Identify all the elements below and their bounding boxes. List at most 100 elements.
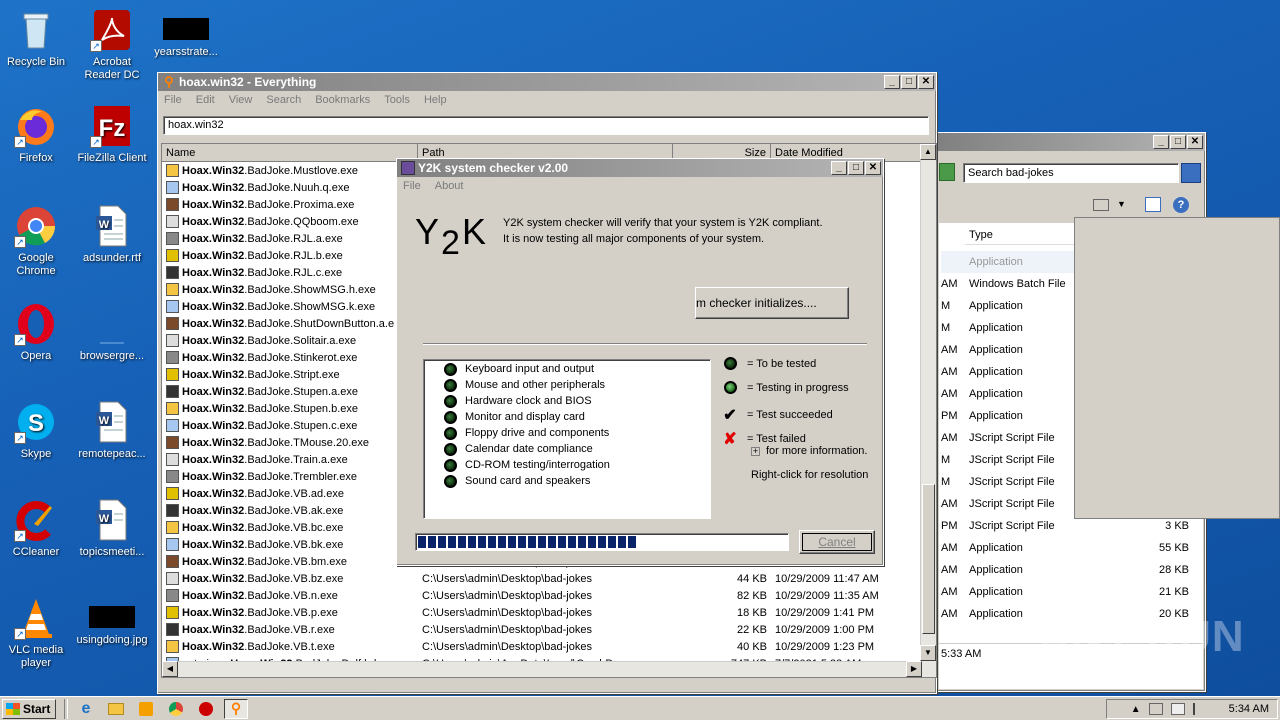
result-row[interactable]: Hoax.Win32 .BadJoke.VB.n.exe C:\Users\admi…	[162, 587, 936, 604]
windows-logo-icon	[6, 702, 20, 715]
flag-icon[interactable]	[1192, 703, 1207, 715]
test-item[interactable]: Mouse and other peripherals	[444, 377, 710, 393]
everything-search-input[interactable]: hoax.win32	[163, 116, 929, 135]
close-button[interactable]: ✕	[1187, 135, 1203, 149]
shortcut-arrow-icon: ↗	[14, 334, 26, 346]
file-icon	[166, 606, 179, 619]
media-player-icon[interactable]	[134, 699, 158, 719]
desktop-icon-firefox[interactable]: ↗ Firefox	[0, 104, 72, 165]
skype-icon: S ↗	[14, 400, 58, 444]
scroll-left-icon[interactable]: ◀	[162, 661, 178, 677]
status-button[interactable]: m checker initializes....	[695, 287, 849, 319]
result-row[interactable]: Hoax.Win32 .BadJoke.VB.t.exe C:\Users\admi…	[162, 638, 936, 655]
menu-help[interactable]: Help	[424, 94, 447, 106]
cancel-button[interactable]: Cancel	[799, 530, 875, 554]
desktop-icon-topicsmeeti[interactable]: W topicsmeeti...	[76, 498, 148, 559]
result-row[interactable]: Hoax.Win32 .BadJoke.VB.r.exe C:\Users\admi…	[162, 621, 936, 638]
result-size-cell: 82 KB	[737, 589, 767, 602]
test-item[interactable]: Hardware clock and BIOS	[444, 393, 710, 409]
progress-dot-icon	[723, 381, 737, 394]
minimize-button[interactable]: _	[884, 75, 900, 89]
recycle-bin-icon	[14, 8, 58, 52]
close-button[interactable]: ✕	[918, 75, 934, 89]
explorer-row[interactable]: AM Application 21 KB	[941, 581, 1201, 603]
progress-block	[618, 536, 626, 548]
system-tray: ▲ 5:34 AM	[1106, 699, 1278, 719]
clock[interactable]: 5:34 AM	[1229, 703, 1269, 715]
acrobat-icon: ↗	[90, 8, 134, 52]
explorer-search-input[interactable]: Search bad-jokes	[963, 163, 1179, 183]
desktop-icon-label: Acrobat Reader DC	[84, 56, 140, 81]
show-hidden-icons-chevron-icon[interactable]: ▲	[1131, 704, 1141, 715]
explorer-row[interactable]: AM Application 28 KB	[941, 559, 1201, 581]
chevron-down-icon[interactable]: ▼	[1117, 199, 1126, 209]
test-item[interactable]: Calendar date compliance	[444, 441, 710, 457]
help-icon[interactable]: ?	[1173, 197, 1189, 213]
scroll-down-icon[interactable]: ▼	[920, 645, 936, 661]
desktop-icon-chrome[interactable]: ↗ Google Chrome	[0, 204, 72, 278]
menu-file[interactable]: File	[164, 94, 182, 106]
result-row[interactable]: Hoax.Win32 .BadJoke.VB.bz.exe C:\Users\adm…	[162, 570, 936, 587]
desktop-icon-filezilla[interactable]: Fz ↗ FileZilla Client	[76, 104, 148, 165]
maximize-button[interactable]: □	[848, 161, 864, 175]
maximize-button[interactable]: □	[901, 75, 917, 89]
menu-tools[interactable]: Tools	[384, 94, 410, 106]
close-button[interactable]: ✕	[865, 161, 881, 175]
start-button[interactable]: Start	[2, 698, 56, 719]
maximize-button[interactable]: □	[1170, 135, 1186, 149]
menu-file[interactable]: File	[403, 180, 421, 192]
menu-view[interactable]: View	[229, 94, 253, 106]
desktop-icon-label: VLC media player	[8, 644, 64, 669]
shortcut-arrow-icon: ↗	[14, 136, 26, 148]
progress-block	[608, 536, 616, 548]
menu-search[interactable]: Search	[266, 94, 301, 106]
network-icon[interactable]	[1148, 703, 1163, 715]
desktop-icon-skype[interactable]: S ↗ Skype	[0, 400, 72, 461]
menu-about[interactable]: About	[435, 180, 464, 192]
desktop-icon-yearsstrate[interactable]: yearsstrate...	[150, 8, 222, 59]
refresh-icon[interactable]	[939, 163, 955, 181]
legend-to-be-tested: = To be tested	[717, 357, 816, 370]
scroll-up-icon[interactable]: ▲	[920, 144, 936, 160]
result-name-cell: Hoax.Win32 .BadJoke.ShowMSG.h.exe	[162, 283, 418, 296]
minimize-button[interactable]: _	[831, 161, 847, 175]
internet-explorer-icon[interactable]: e	[74, 699, 98, 719]
minimize-button[interactable]: _	[1153, 135, 1169, 149]
progress-block	[538, 536, 546, 548]
everything-taskbar-icon[interactable]: ⚲	[224, 698, 248, 719]
desktop-icon-adsunder[interactable]: W adsunder.rtf	[76, 204, 148, 265]
desktop-icon-ccleaner[interactable]: ↗ CCleaner	[0, 498, 72, 559]
test-item[interactable]: Floppy drive and components	[444, 425, 710, 441]
scroll-thumb[interactable]	[922, 484, 935, 634]
vertical-scrollbar[interactable]: ▲ ▼	[920, 144, 936, 677]
desktop-icon-label: CCleaner	[12, 546, 60, 558]
desktop-icon-usingdoing[interactable]: usingdoing.jpg	[76, 596, 148, 647]
desktop-icon-vlc[interactable]: ↗ VLC media player	[0, 596, 72, 670]
search-icon[interactable]	[1181, 163, 1201, 183]
column-name[interactable]: Name	[162, 144, 418, 162]
file-explorer-icon[interactable]	[104, 699, 128, 719]
test-item[interactable]: Monitor and display card	[444, 409, 710, 425]
scroll-right-icon[interactable]: ▶	[906, 661, 922, 677]
chrome-taskbar-icon[interactable]	[164, 699, 188, 719]
view-options-icon[interactable]	[1093, 199, 1109, 211]
result-row[interactable]: Hoax.Win32 .BadJoke.VB.p.exe C:\Users\admi…	[162, 604, 936, 621]
test-item[interactable]: CD-ROM testing/interrogation	[444, 457, 710, 473]
preview-pane-icon[interactable]	[1145, 197, 1161, 212]
test-item[interactable]: Sound card and speakers	[444, 473, 710, 489]
desktop-icon-opera[interactable]: ↗ Opera	[0, 302, 72, 363]
desktop-icon-remotepeac[interactable]: W remotepeac...	[76, 400, 148, 461]
volume-icon[interactable]	[1170, 703, 1185, 715]
row-time-cell: AM	[941, 564, 958, 576]
menu-bookmarks[interactable]: Bookmarks	[315, 94, 370, 106]
y2k-window: Y2K system checker v2.00 _ □ ✕ File Abou…	[396, 158, 884, 566]
desktop-icon-recycle-bin[interactable]: Recycle Bin	[0, 8, 72, 69]
stop-icon[interactable]	[194, 699, 218, 719]
menu-edit[interactable]: Edit	[196, 94, 215, 106]
y2k-titlebar: Y2K system checker v2.00 _ □ ✕	[397, 159, 883, 177]
test-item[interactable]: Keyboard input and output	[444, 361, 710, 377]
desktop-icon-acrobat[interactable]: ↗ Acrobat Reader DC	[76, 8, 148, 82]
desktop-icon-browsergre[interactable]: browsergre...	[76, 302, 148, 363]
explorer-row[interactable]: AM Application 55 KB	[941, 537, 1201, 559]
horizontal-scrollbar[interactable]: ◀ ▶	[162, 661, 922, 677]
